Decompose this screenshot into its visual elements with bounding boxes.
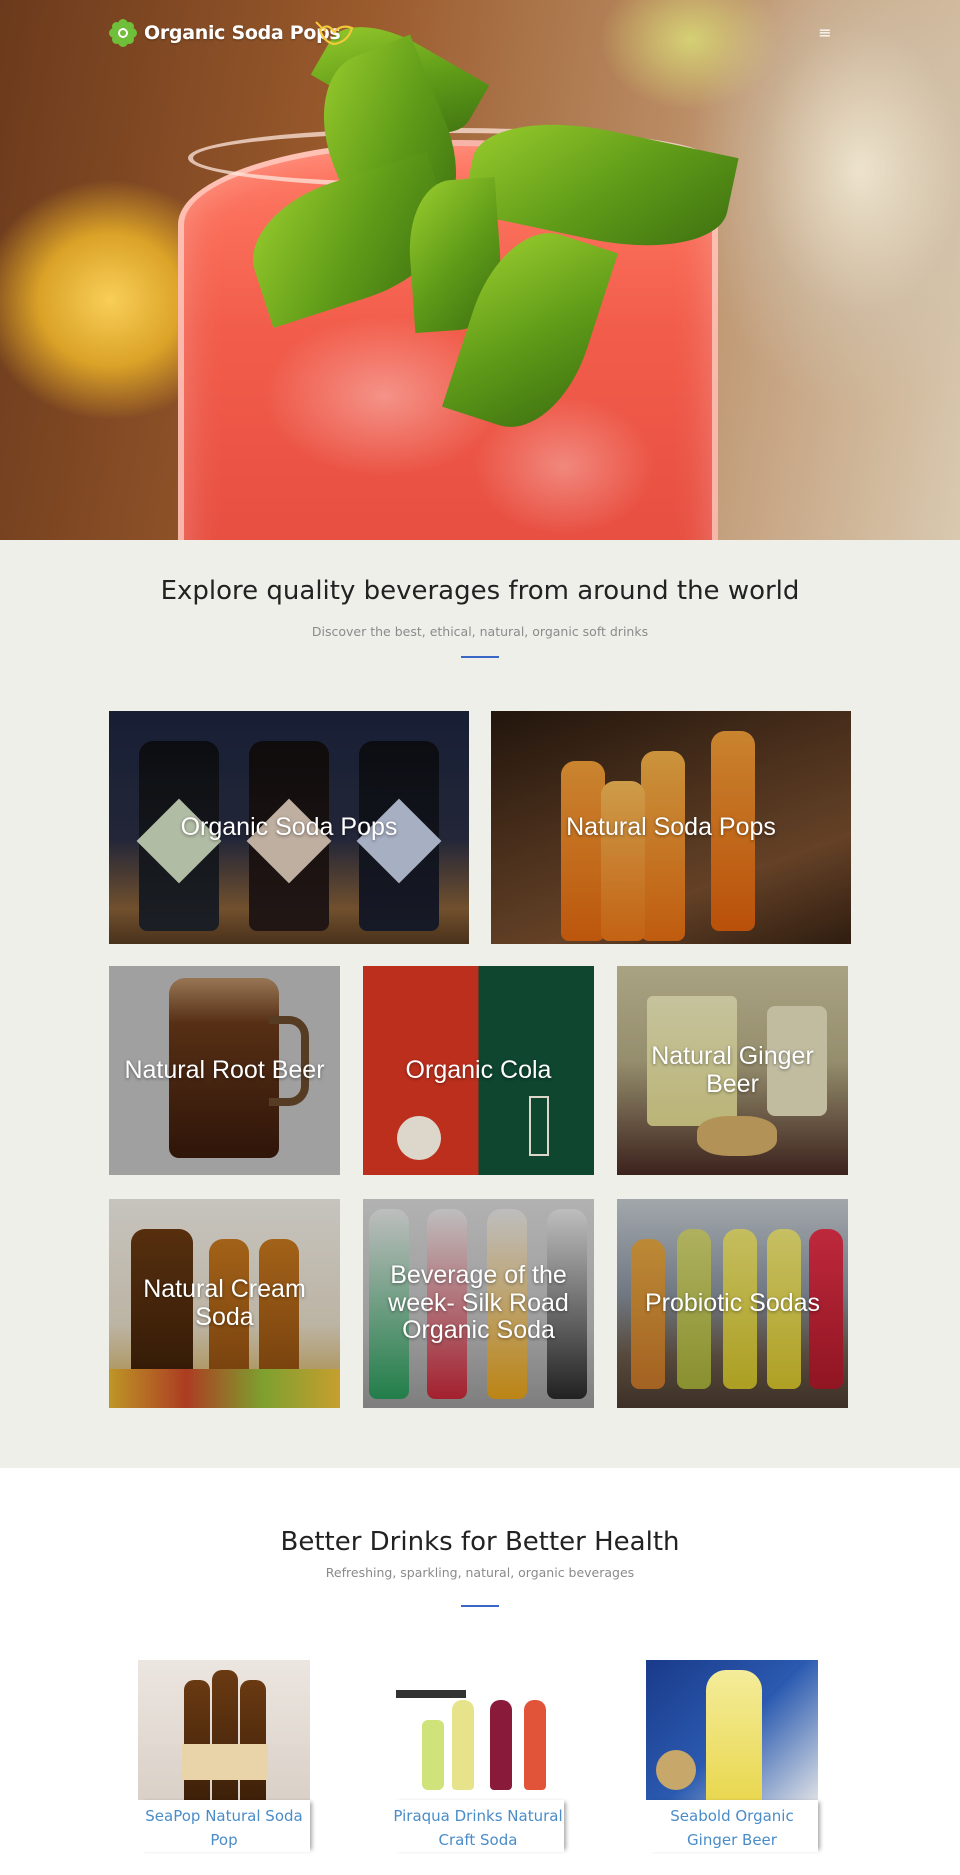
category-tile-silk-road-organic-soda[interactable]: Beverage of the week- Silk Road Organic … [363,1199,594,1408]
category-tile-natural-root-beer[interactable]: Natural Root Beer [109,966,340,1175]
title-divider [461,656,499,658]
category-label: Natural Soda Pops [566,812,776,841]
better-drinks-section: Better Drinks for Better Health Refreshi… [0,1468,960,1875]
category-tile-natural-ginger-beer[interactable]: Natural Ginger Beer [617,966,848,1175]
category-label: Organic Soda Pops [180,812,398,841]
title-divider [461,1605,499,1607]
explore-title: Explore quality beverages from around th… [160,576,800,606]
product-image [392,1660,564,1810]
category-label: Organic Cola [405,1055,552,1084]
bird-icon [314,16,358,50]
flower-icon [108,18,138,48]
category-label: Beverage of the week- Silk Road Organic … [388,1261,569,1345]
category-tile-organic-soda-pops[interactable]: Organic Soda Pops [109,711,469,944]
category-tile-natural-cream-soda[interactable]: Natural Cream Soda [109,1199,340,1408]
better-title: Better Drinks for Better Health [280,1527,680,1557]
product-image [138,1660,310,1810]
explore-section: Explore quality beverages from around th… [0,540,960,1468]
category-label: Natural Root Beer [124,1055,325,1084]
hamburger-menu-icon[interactable]: ≡ [814,22,836,44]
brand-link[interactable]: Organic Soda Pops [108,18,341,48]
category-tile-organic-cola[interactable]: Organic Cola [363,966,594,1175]
category-tile-natural-soda-pops[interactable]: Natural Soda Pops [491,711,851,944]
product-name-link[interactable]: Seabold Organic Ginger Beer [646,1800,818,1852]
product-name-link[interactable]: Piraqua Drinks Natural Craft Soda [392,1800,564,1852]
category-label: Natural Ginger Beer [651,1042,814,1098]
explore-subtitle: Discover the best, ethical, natural, org… [311,624,649,639]
category-label: Probiotic Sodas [644,1288,821,1317]
hero-banner: Organic Soda Pops ≡ [0,0,960,540]
category-label: Natural Cream Soda [143,1275,306,1331]
navbar: Organic Soda Pops ≡ [108,18,852,50]
category-tile-probiotic-sodas[interactable]: Probiotic Sodas [617,1199,848,1408]
brand-name: Organic Soda Pops [144,22,341,44]
product-image [646,1660,818,1810]
better-subtitle: Refreshing, sparkling, natural, organic … [325,1565,635,1580]
product-name-link[interactable]: SeaPop Natural Soda Pop [138,1800,310,1852]
